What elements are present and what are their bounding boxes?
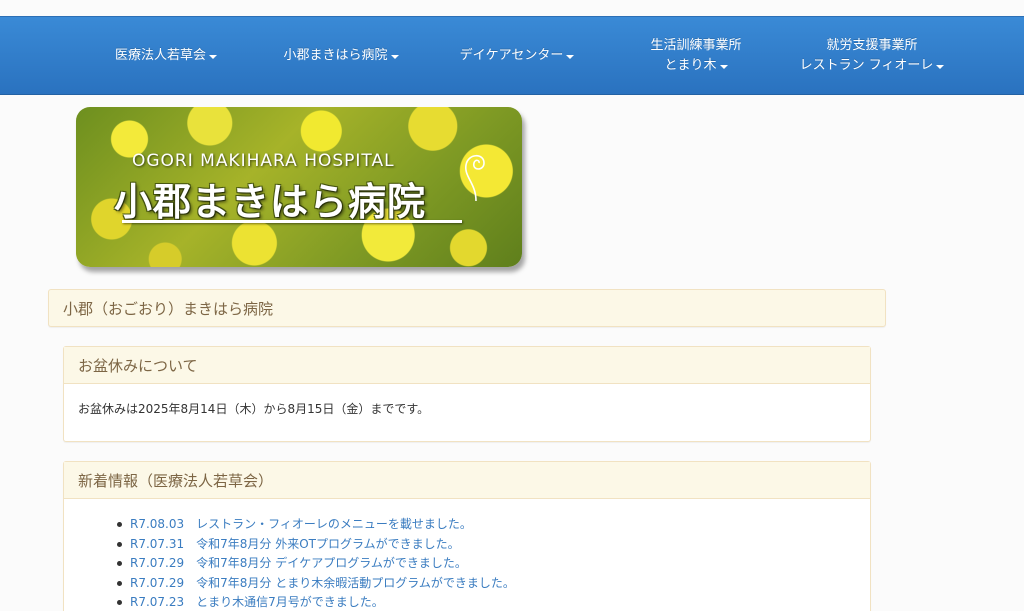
notice-body: お盆休みは2025年8月14日（木）から8月15日（金）までです。: [78, 402, 430, 416]
news-date: R7.07.31: [130, 536, 185, 551]
news-link[interactable]: とまり木通信7月号ができました。: [196, 595, 384, 609]
news-link[interactable]: 令和7年8月分 とまり木余暇活動プログラムができました。: [196, 576, 515, 590]
news-item[interactable]: R7.07.31 令和7年8月分 外来OTプログラムができました。: [117, 535, 870, 555]
swirl-icon: [465, 154, 485, 202]
nav-menu-hospital[interactable]: 小郡まきはら病院: [278, 17, 404, 94]
news-panel: 新着情報（医療法人若草会） R7.08.03 レストラン・フィオーレのメニューを載…: [63, 461, 871, 611]
news-date: R7.07.23: [130, 595, 185, 609]
nav-menu-label: デイケアセンター: [459, 47, 564, 63]
caret-down-icon: [936, 64, 945, 69]
nav-menu-label: 就労支援事業所: [826, 37, 918, 53]
notice-title: お盆休みについて: [64, 347, 870, 384]
banner-japanese-title: 小郡まきはら病院: [114, 180, 427, 224]
nav-menu-tomarigi[interactable]: 生活訓練事業所 とまり木: [636, 17, 756, 94]
news-date: R7.07.29: [130, 575, 185, 590]
nav-menu-label: レストラン フィオーレ: [799, 57, 934, 73]
news-list: R7.08.03 レストラン・フィオーレのメニューを載せました。 R7.07.31…: [64, 499, 870, 611]
news-item[interactable]: R7.07.29 令和7年8月分 とまり木余暇活動プログラムができました。: [117, 574, 870, 594]
banner-english-title: OGORI MAKIHARA HOSPITAL: [132, 151, 395, 171]
news-item[interactable]: R7.07.29 令和7年8月分 デイケアプログラムができました。: [117, 554, 870, 574]
caret-down-icon: [390, 54, 399, 59]
news-item[interactable]: R7.07.23 とまり木通信7月号ができました。: [117, 593, 870, 611]
main-title-panel: 小郡（おごおり）まきはら病院: [48, 289, 886, 327]
nav-menu-wakakusakai[interactable]: 医療法人若草会: [108, 17, 224, 94]
news-link[interactable]: レストラン・フィオーレのメニューを載せました。: [196, 517, 472, 531]
news-item[interactable]: R7.08.03 レストラン・フィオーレのメニューを載せました。: [117, 515, 870, 535]
caret-down-icon: [719, 64, 728, 69]
news-title: 新着情報（医療法人若草会）: [64, 462, 870, 499]
nav-menu-fiore[interactable]: 就労支援事業所 レストラン フィオーレ: [792, 17, 952, 94]
caret-down-icon: [566, 54, 575, 59]
news-date: R7.08.03: [130, 517, 185, 531]
main-navbar: 医療法人若草会 小郡まきはら病院 デイケアセンター 生活訓練事業所 とまり木 就…: [0, 16, 1024, 95]
page: 医療法人若草会 小郡まきはら病院 デイケアセンター 生活訓練事業所 とまり木 就…: [0, 0, 1024, 611]
hospital-banner-image[interactable]: OGORI MAKIHARA HOSPITAL 小郡まきはら病院: [76, 107, 522, 267]
nav-menu-label: 小郡まきはら病院: [283, 47, 388, 63]
caret-down-icon: [209, 54, 217, 59]
page-title: 小郡（おごおり）まきはら病院: [63, 299, 274, 318]
nav-menu-label: 生活訓練事業所: [650, 37, 742, 53]
news-link[interactable]: 令和7年8月分 デイケアプログラムができました。: [196, 556, 467, 570]
nav-menu-label: 医療法人若草会: [114, 47, 206, 63]
news-date: R7.07.29: [130, 556, 185, 570]
banner-underline: [122, 220, 462, 223]
nav-menu-daycare[interactable]: デイケアセンター: [454, 17, 580, 94]
top-strip: [0, 0, 1024, 16]
nav-menu-label: とまり木: [664, 57, 717, 73]
news-link[interactable]: 令和7年8月分 外来OTプログラムができました。: [196, 537, 460, 551]
notice-panel: お盆休みについて お盆休みは2025年8月14日（木）から8月15日（金）までで…: [63, 346, 871, 442]
